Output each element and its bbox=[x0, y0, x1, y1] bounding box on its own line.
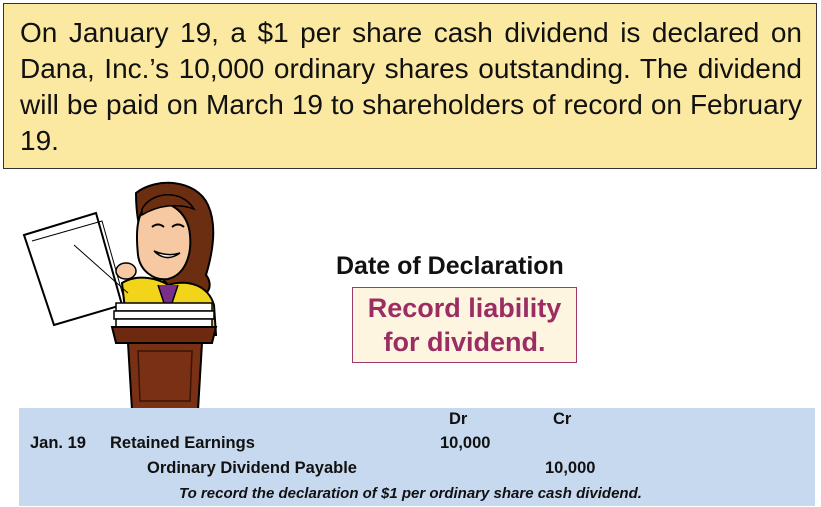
speaker-at-podium-illustration bbox=[18, 175, 228, 411]
debit-header: Dr bbox=[449, 410, 468, 428]
record-liability-note: Record liability for dividend. bbox=[352, 287, 577, 363]
entry-memo: To record the declaration of $1 per ordi… bbox=[179, 485, 642, 502]
debit-account: Retained Earnings bbox=[110, 434, 255, 452]
note-line-1: Record liability bbox=[367, 293, 562, 323]
entry-date: Jan. 19 bbox=[30, 434, 86, 452]
note-line-2: for dividend. bbox=[383, 327, 546, 357]
credit-amount: 10,000 bbox=[545, 459, 596, 477]
journal-entry: Dr Cr Jan. 19 Retained Earnings 10,000 O… bbox=[19, 408, 815, 506]
problem-statement: On January 19, a $1 per share cash divid… bbox=[3, 3, 817, 169]
declaration-title: Date of Declaration bbox=[336, 252, 564, 280]
debit-amount: 10,000 bbox=[440, 434, 491, 452]
credit-account: Ordinary Dividend Payable bbox=[147, 459, 357, 477]
credit-header: Cr bbox=[553, 410, 572, 428]
problem-text: On January 19, a $1 per share cash divid… bbox=[20, 17, 802, 156]
